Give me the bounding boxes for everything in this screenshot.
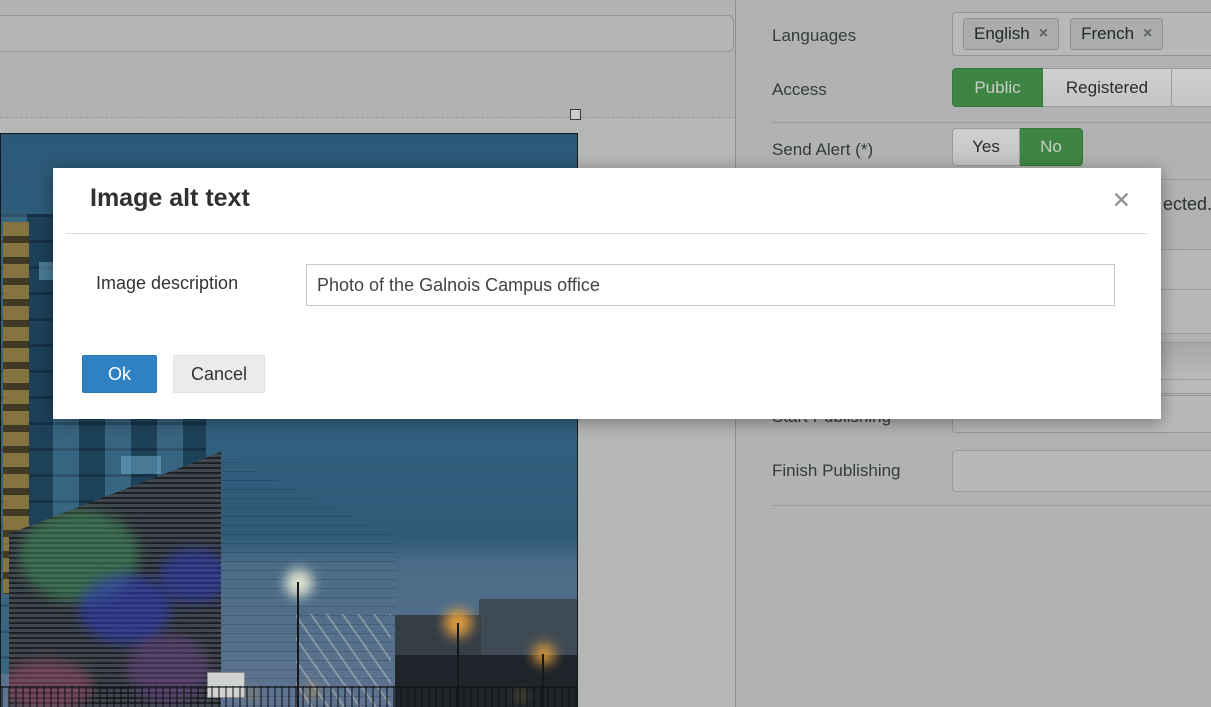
photo-blue-glow [79,574,171,644]
modal-title: Image alt text [90,184,250,213]
remove-tag-icon[interactable]: × [1039,25,1048,43]
access-option-registered[interactable]: Registered [1043,68,1172,107]
access-label: Access [772,80,827,100]
editor-toolbar: 1 2 3 ▼ [0,63,735,117]
languages-label: Languages [772,26,856,46]
photo-fence [1,686,577,707]
image-resize-handle[interactable] [570,109,581,120]
image-description-label: Image description [96,273,238,294]
send-alert-yes[interactable]: Yes [952,128,1020,166]
access-button-group: Public Registered Gr [952,68,1211,107]
language-tag: French × [1070,18,1163,50]
panel-divider [772,122,1211,123]
send-alert-no[interactable]: No [1020,128,1083,166]
access-option-groups[interactable]: Gr [1172,68,1211,107]
send-alert-label: Send Alert (*) [772,140,873,160]
tag-label: English [974,24,1030,44]
article-title-input[interactable] [0,15,734,52]
ok-button[interactable]: Ok [82,355,157,393]
finish-publishing-label: Finish Publishing [772,461,901,481]
send-alert-button-group: Yes No [952,128,1083,166]
language-tag: English × [963,18,1059,50]
cancel-button[interactable]: Cancel [173,355,265,393]
modal-header-divider [66,233,1147,234]
finish-publishing-input[interactable] [952,450,1211,492]
image-alt-text-modal: Image alt text ✕ Image description Ok Ca… [53,168,1161,419]
photo-blue-glow [159,548,221,604]
panel-divider [772,505,1211,506]
photo-glass-patch [121,456,161,474]
screen: 1 2 3 ▼ [0,0,1211,707]
remove-tag-icon[interactable]: × [1143,25,1152,43]
photo-streetlight-glow [533,643,555,665]
image-description-input[interactable] [306,264,1115,306]
languages-tag-container[interactable]: English × French × [952,12,1211,56]
panel-message-fragment: ected. [1163,194,1211,215]
tag-label: French [1081,24,1134,44]
photo-lamp-glow [285,569,313,597]
close-icon[interactable]: ✕ [1112,190,1131,213]
access-option-public[interactable]: Public [952,68,1043,107]
